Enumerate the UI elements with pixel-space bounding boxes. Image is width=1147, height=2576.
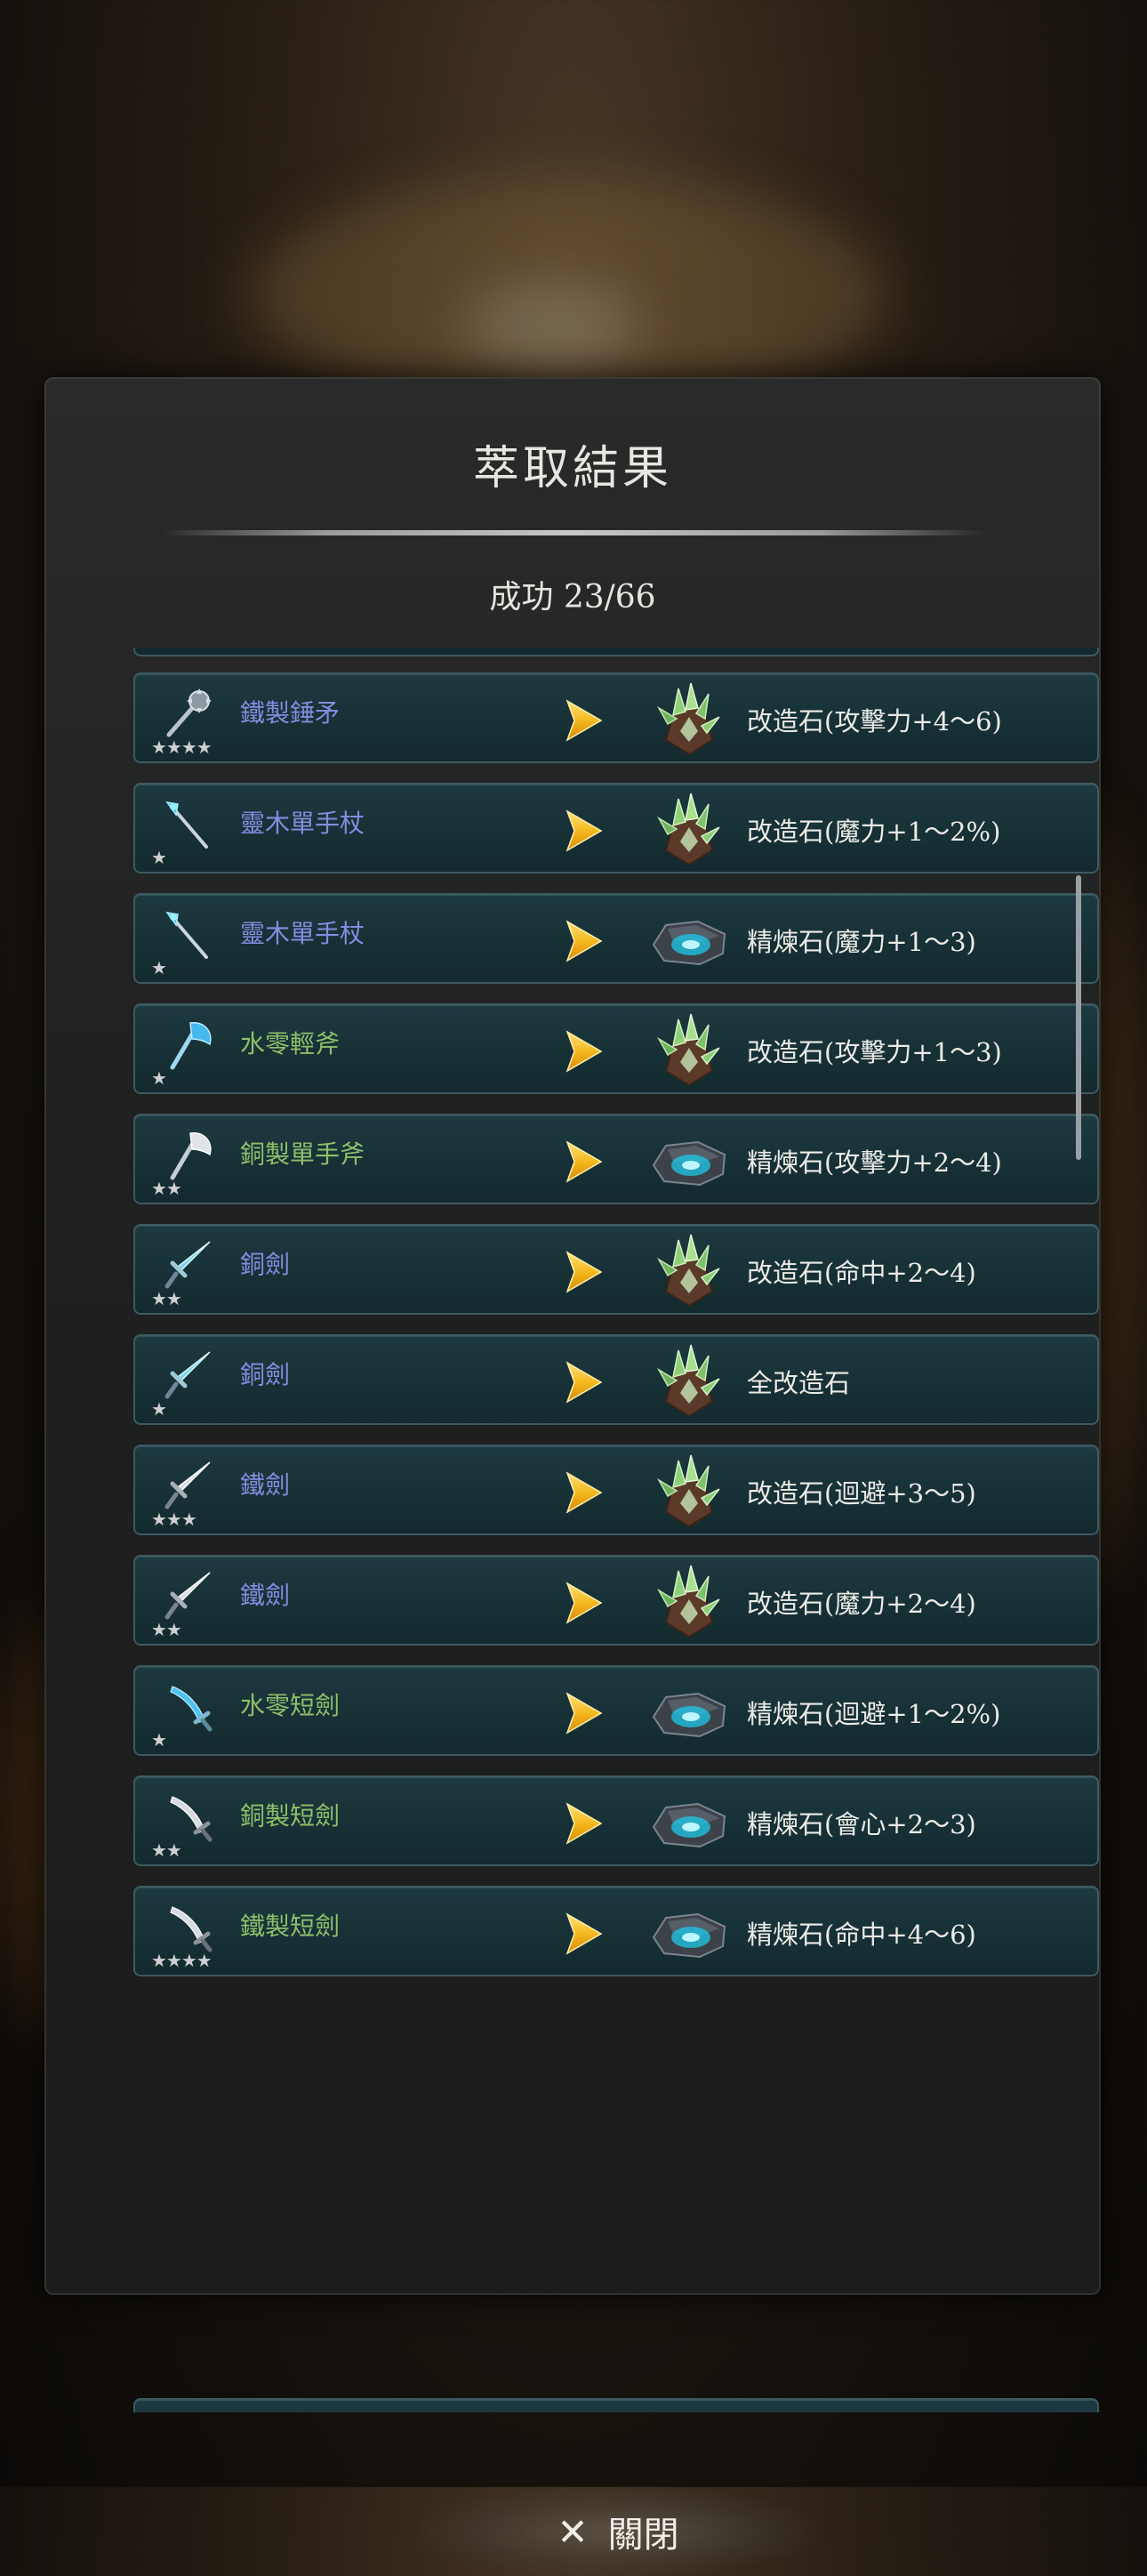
arrow-right-icon [558, 806, 608, 856]
dagger-icon [160, 1898, 217, 1955]
item-name: 靈木單手杖 [240, 919, 365, 948]
star-rating: ★★★★ [151, 737, 213, 758]
close-label: 關閉 [607, 2515, 679, 2556]
item-name: 銅劍 [240, 1360, 291, 1389]
arrow-right-icon [558, 1578, 608, 1628]
list-item[interactable]: ★★★ 鐵劍 改造石(迴避+3～5) [133, 1445, 1099, 1535]
result-text: 全改造石 [747, 1368, 851, 1398]
arrow-right-icon [558, 1357, 608, 1407]
result-text: 改造石(迴避+3～5) [747, 1478, 976, 1509]
item-name: 水零短劍 [240, 1691, 341, 1720]
result-text: 精煉石(會心+2～3) [747, 1809, 976, 1839]
arrow-right-icon [558, 1137, 608, 1187]
upgrade-stone-icon [646, 1450, 732, 1534]
close-button[interactable]: ✕ 關閉 [418, 2487, 818, 2576]
star-rating: ★★ [151, 1288, 182, 1309]
list-item[interactable]: ★ 水零短劍 精煉石(迴避+1～2%) [133, 1665, 1099, 1756]
arrow-right-icon [558, 1026, 608, 1076]
arrow-right-icon [558, 696, 608, 745]
item-name: 銅製短劍 [240, 1801, 341, 1831]
star-rating: ★★★★ [151, 1950, 213, 1971]
result-text: 改造石(魔力+1～2%) [747, 817, 1001, 847]
star-rating: ★ [151, 1067, 167, 1089]
item-name: 鐵製短劍 [240, 1912, 341, 1941]
list-item[interactable]: ★ 靈木單手杖 改造石(魔力+1～2%) [133, 783, 1099, 873]
dialog-title: 萃取結果 [472, 442, 672, 495]
sword-icon [160, 1567, 217, 1624]
upgrade-stone-icon [646, 1229, 732, 1313]
item-name: 鐵製錘矛 [240, 698, 341, 728]
star-rating: ★★★ [151, 1509, 197, 1530]
upgrade-stone-icon [646, 1560, 732, 1644]
arrow-right-icon [558, 1799, 608, 1848]
list-item[interactable]: ★ 靈木單手杖 精煉石(魔力+1～3) [133, 893, 1099, 984]
list-item[interactable]: ★★★★ 鐵製短劍 精煉石(命中+4～6) [133, 1886, 1099, 1976]
arrow-right-icon [558, 1247, 608, 1297]
staff-icon [160, 906, 217, 962]
refining-stone-icon [646, 1670, 732, 1754]
result-text: 改造石(攻擊力+4～6) [747, 706, 1002, 737]
arrow-right-icon [558, 1468, 608, 1517]
result-text: 改造石(攻擊力+1～3) [747, 1037, 1002, 1067]
result-list[interactable]: ★★ ★★★★鐵製錘矛改造石(攻擊力+4～6)★靈木單手杖改造石(魔力+1～2%… [89, 648, 1103, 2412]
list-item[interactable]: ★ 水零輕斧 改造石(攻擊力+1～3) [133, 1003, 1099, 1094]
star-rating: ★★ [151, 1619, 182, 1640]
item-name: 銅製單手斧 [240, 1139, 365, 1169]
refining-stone-icon [646, 1891, 732, 1975]
star-rating: ★ [151, 847, 167, 868]
list-item[interactable]: ★ 銅劍 全改造石 [133, 1334, 1099, 1425]
upgrade-stone-icon [646, 788, 732, 872]
item-name: 銅劍 [240, 1250, 291, 1279]
axe-icon [160, 1126, 217, 1183]
success-count: 成功 23/66 [489, 579, 656, 616]
star-rating: ★ [151, 957, 167, 978]
list-item[interactable]: ★★★★ 鐵製錘矛 改造石(攻擊力+4～6) [133, 672, 1099, 763]
arrow-right-icon [558, 1688, 608, 1738]
result-text: 改造石(命中+2～4) [747, 1258, 976, 1288]
background-glow [462, 285, 640, 365]
sword-icon [160, 1457, 217, 1514]
star-rating: ★ [151, 1398, 167, 1420]
extraction-result-dialog: 萃取結果 成功 23/66 ★★ ★★★★鐵製錘矛改造石(攻擊力+4～6)★靈木… [44, 377, 1101, 2576]
upgrade-stone-icon [646, 1009, 732, 1092]
list-item[interactable]: ★★ 銅劍 改造石(命中+2～4) [133, 1224, 1099, 1315]
arrow-right-icon [558, 916, 608, 966]
list-item[interactable]: ★★ 銅製短劍 精煉石(會心+2～3) [133, 1775, 1099, 1866]
sword-icon [160, 1236, 217, 1293]
item-name: 鐵劍 [240, 1470, 291, 1500]
list-item-partial [133, 2398, 1099, 2412]
refining-stone-icon [646, 1781, 732, 1864]
item-name: 水零輕斧 [240, 1029, 341, 1059]
staff-icon [160, 795, 217, 852]
close-icon: ✕ [557, 2509, 589, 2554]
item-name: 鐵劍 [240, 1581, 291, 1610]
dagger-icon [160, 1788, 217, 1845]
star-rating: ★★ [151, 1178, 182, 1199]
star-rating: ★ [151, 1729, 167, 1751]
sword-icon [160, 1347, 217, 1404]
result-text: 精煉石(魔力+1～3) [747, 927, 976, 957]
list-scrollbar[interactable] [1076, 875, 1081, 1160]
result-text: 精煉石(攻擊力+2～4) [747, 1147, 1002, 1178]
dagger-icon [160, 1678, 217, 1735]
result-text: 精煉石(迴避+1～2%) [747, 1699, 1001, 1729]
list-item[interactable]: ★★ 銅製單手斧 精煉石(攻擊力+2～4) [133, 1114, 1099, 1204]
result-text: 改造石(魔力+2～4) [747, 1589, 976, 1619]
item-name: 靈木單手杖 [240, 809, 365, 838]
upgrade-stone-icon [646, 678, 732, 761]
refining-stone-icon [646, 1119, 732, 1203]
list-item[interactable]: ★★ 鐵劍 改造石(魔力+2～4) [133, 1555, 1099, 1646]
list-item-partial: ★★ [133, 648, 1099, 656]
mace-icon [160, 685, 217, 742]
star-rating: ★★ [151, 648, 182, 651]
title-divider [160, 530, 985, 535]
arrow-right-icon [558, 1909, 608, 1959]
star-rating: ★★ [151, 1839, 182, 1861]
axe-icon [160, 1016, 217, 1073]
result-text: 精煉石(命中+4～6) [747, 1920, 976, 1950]
upgrade-stone-icon [646, 1340, 732, 1423]
refining-stone-icon [646, 898, 732, 982]
